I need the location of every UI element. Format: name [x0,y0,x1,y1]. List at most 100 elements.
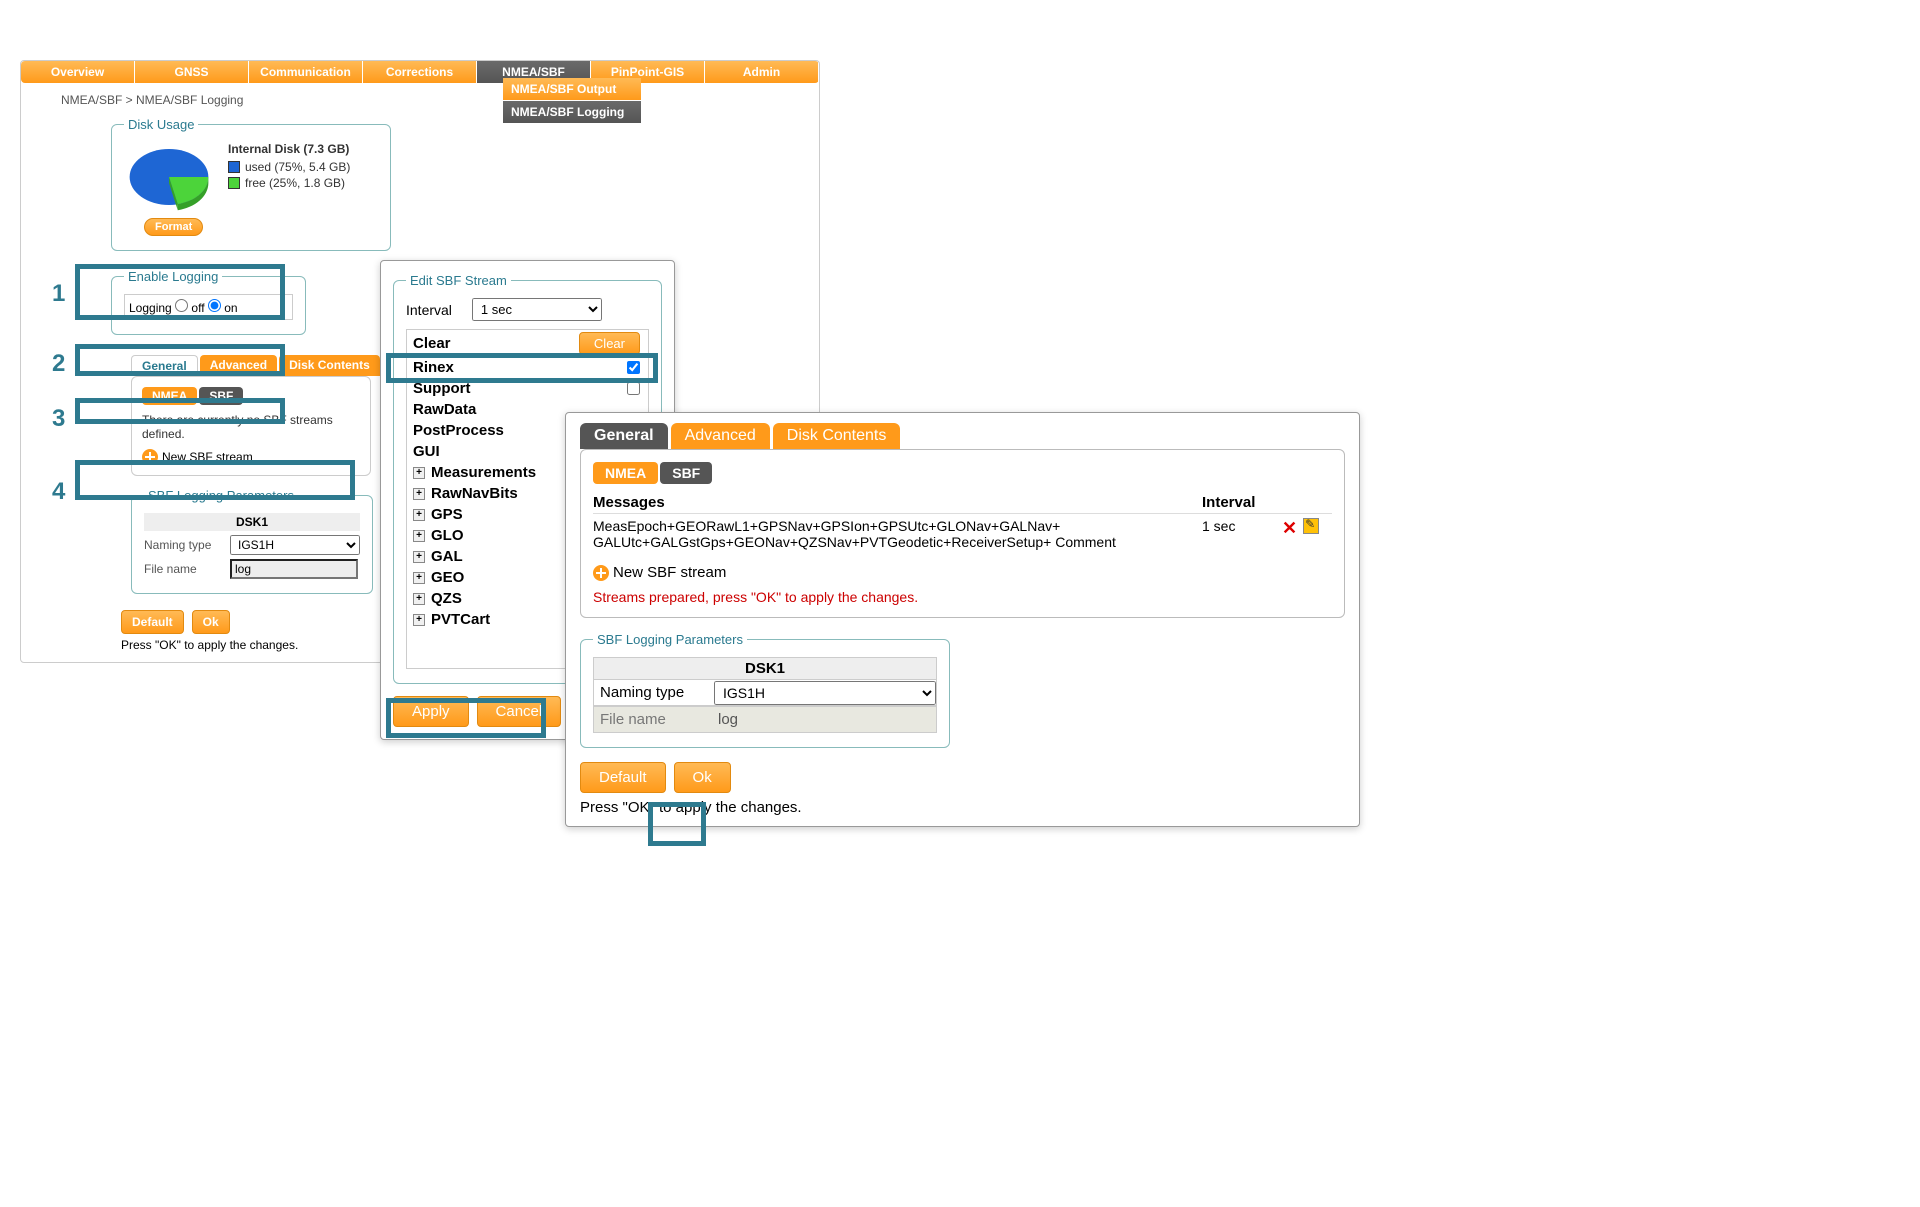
disk-usage-legend: Disk Usage [124,117,198,132]
breadcrumb: NMEA/SBF > NMEA/SBF Logging [61,93,809,107]
rinex-checkbox[interactable] [627,361,640,374]
p3-params-legend: SBF Logging Parameters [593,632,747,647]
support-checkbox[interactable] [627,382,640,395]
expand-icon[interactable]: + [413,614,425,626]
naming-label: Naming type [144,538,224,552]
filename-label: File name [144,562,224,576]
row-gps[interactable]: GPS [431,506,463,523]
nav-communication[interactable]: Communication [249,61,363,83]
p3-tab-sbf[interactable]: SBF [660,462,712,484]
p3-tab-advanced[interactable]: Advanced [671,423,770,449]
p3-hint: Press "OK" to apply the changes. [580,799,1345,816]
free-label: free (25%, 1.8 GB) [245,176,345,190]
row-rinex[interactable]: Rinex [413,359,454,376]
row-gui[interactable]: GUI [413,443,440,460]
sbf-params-legend: SBF Logging Parameters [144,488,298,503]
edit-icon[interactable] [1303,518,1319,534]
no-streams-msg: There are currently no SBF streams defin… [142,413,360,441]
expand-icon[interactable]: + [413,551,425,563]
p3-default-button[interactable]: Default [580,762,666,793]
new-sbf-stream-link[interactable]: New SBF stream [142,449,360,465]
row-measurements[interactable]: Measurements [431,464,536,481]
messages-head: Messages [593,494,1202,511]
p3-params-fieldset: SBF Logging Parameters DSK1 Naming type … [580,632,950,748]
apply-button[interactable]: Apply [393,696,469,727]
logging-on-radio[interactable] [208,299,221,312]
p3-tab-nmea[interactable]: NMEA [593,462,658,484]
p3-ok-button[interactable]: Ok [674,762,731,793]
stream-panel: NMEA SBF There are currently no SBF stre… [131,376,371,476]
row-rawnavbits[interactable]: RawNavBits [431,485,518,502]
used-label: used (75%, 5.4 GB) [245,160,350,174]
expand-icon[interactable]: + [413,509,425,521]
p3-dsk: DSK1 [593,657,937,680]
row-qzs[interactable]: QZS [431,590,462,607]
ok-button[interactable]: Ok [192,610,230,634]
enable-legend: Enable Logging [124,269,222,284]
expand-icon[interactable]: + [413,467,425,479]
step-2: 2 [52,350,65,378]
top-nav: Overview GNSS Communication Corrections … [21,61,819,83]
dsk-header: DSK1 [144,513,360,531]
logging-off-radio[interactable] [175,299,188,312]
naming-select[interactable]: IGS1H [230,535,360,555]
sbf-params-panel: SBF Logging Parameters DSK1 Naming type … [131,488,373,594]
p3-naming-label: Naming type [594,680,714,705]
subtab-general[interactable]: General [131,355,198,376]
enable-logging-panel: Enable Logging Logging off on [111,269,306,335]
p3-naming-select[interactable]: IGS1H [714,681,936,705]
clear-button[interactable]: Clear [579,332,640,355]
disk-usage-panel: Disk Usage Internal Disk (7.3 GB) used (… [111,117,391,251]
messages-value: MeasEpoch+GEORawL1+GPSNav+GPSIon+GPSUtc+… [593,518,1202,550]
interval-label: Interval [406,302,452,318]
step-4: 4 [52,478,65,506]
expand-icon[interactable]: + [413,488,425,500]
row-gal[interactable]: GAL [431,548,463,565]
edit-legend: Edit SBF Stream [406,273,511,288]
logging-label: Logging [129,301,172,315]
delete-icon[interactable]: ✕ [1282,518,1297,539]
clear-label: Clear [413,335,451,352]
subnav-logging[interactable]: NMEA/SBF Logging [503,101,641,124]
expand-icon[interactable]: + [413,572,425,584]
filename-input[interactable] [230,559,358,579]
cancel-button[interactable]: Cancel [477,696,562,727]
subnav-output[interactable]: NMEA/SBF Output [503,78,641,101]
tab-nmea[interactable]: NMEA [142,387,197,405]
row-pvtcart[interactable]: PVTCart [431,611,490,628]
interval-head: Interval [1202,494,1282,511]
row-support[interactable]: Support [413,380,471,397]
row-postprocess[interactable]: PostProcess [413,422,504,439]
subnav: NMEA/SBF Output NMEA/SBF Logging [503,78,641,124]
format-button[interactable]: Format [144,218,203,236]
plus-icon [593,565,609,581]
nav-overview[interactable]: Overview [21,61,135,83]
row-rawdata[interactable]: RawData [413,401,476,418]
nav-corrections[interactable]: Corrections [363,61,477,83]
p3-filename-value: log [714,707,936,732]
nav-gnss[interactable]: GNSS [135,61,249,83]
p3-new-stream[interactable]: New SBF stream [593,564,1332,581]
expand-icon[interactable]: + [413,530,425,542]
result-panel: General Advanced Disk Contents NMEA SBF … [565,412,1360,827]
interval-select[interactable]: 1 sec [472,298,602,321]
p3-filename-label: File name [594,707,714,732]
disk-title: Internal Disk (7.3 GB) [228,142,350,156]
tab-sbf[interactable]: SBF [199,387,243,405]
subtab-diskcontents[interactable]: Disk Contents [279,355,380,376]
subtab-advanced[interactable]: Advanced [200,355,277,376]
default-button[interactable]: Default [121,610,184,634]
expand-icon[interactable]: + [413,593,425,605]
disk-pie-chart [124,142,214,212]
interval-value: 1 sec [1202,518,1282,534]
p3-tab-general[interactable]: General [580,423,668,449]
used-swatch [228,161,240,173]
p3-tab-disk[interactable]: Disk Contents [773,423,901,449]
row-geo[interactable]: GEO [431,569,464,586]
step-3: 3 [52,405,65,433]
nav-admin[interactable]: Admin [705,61,819,83]
plus-icon [142,449,158,465]
row-glo[interactable]: GLO [431,527,464,544]
step-1: 1 [52,280,65,308]
prepared-msg: Streams prepared, press "OK" to apply th… [593,589,1332,605]
